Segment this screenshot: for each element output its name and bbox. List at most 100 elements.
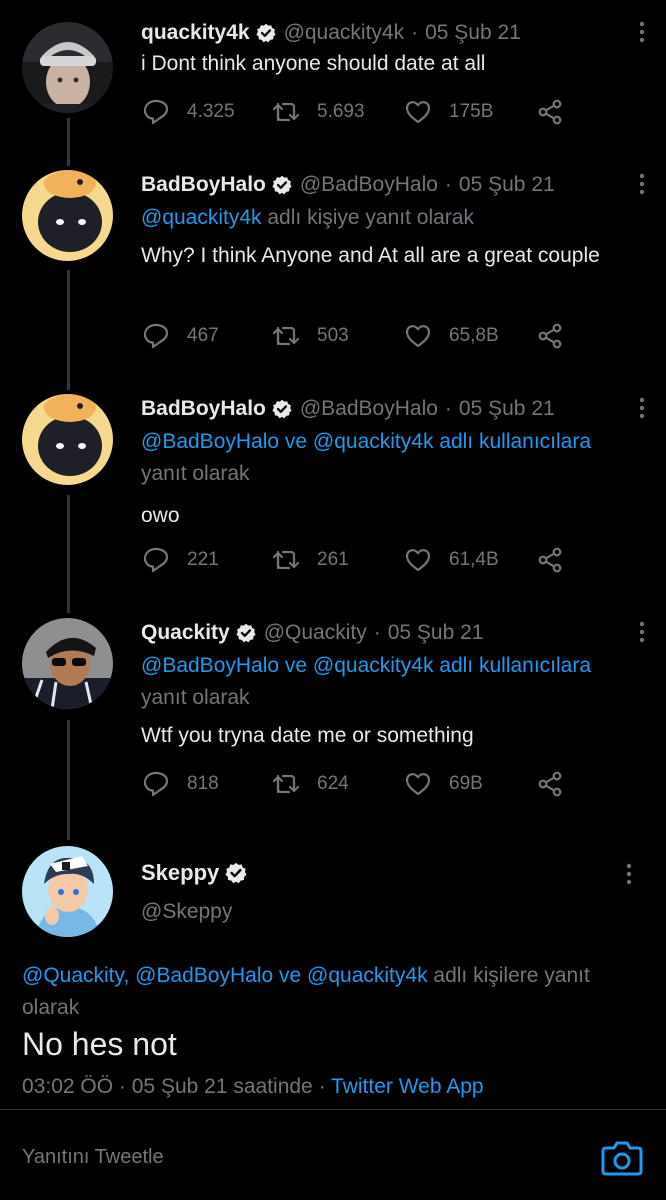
retweet-count: 5.693 [317,101,365,122]
like-count: 175B [449,101,494,122]
reply-button[interactable]: 467 [141,321,219,351]
more-icon[interactable] [630,172,654,196]
share-button[interactable] [535,545,565,575]
like-count: 65,8B [449,325,499,346]
like-icon [405,773,431,796]
tweet[interactable]: quackity4k @quackity4k · 05 Şub 21 i Don… [0,0,666,140]
reply-input[interactable]: Yanıtını Tweetle [22,1146,164,1169]
retweet-count: 261 [317,549,349,570]
reply-context-text: yanıt olarak [141,686,250,709]
separator: · [318,1075,326,1098]
tweet-meta: 03:02 ÖÖ · 05 Şub 21 saatinde · Twitter … [22,1075,484,1099]
reply-count: 467 [187,325,219,346]
author-name[interactable]: Quackity [141,621,230,645]
camera-icon[interactable] [598,1134,646,1182]
reply-context: @Quackity, @BadBoyHalo ve @quackity4k ad… [22,960,642,1024]
reply-context: @BadBoyHalo ve @quackity4k adlı kullanıc… [141,426,646,490]
author-name[interactable]: Skeppy [141,860,219,886]
share-icon [538,547,562,573]
avatar[interactable] [22,846,113,937]
tweet[interactable]: BadBoyHalo @BadBoyHalo · 05 Şub 21 @quac… [0,160,666,380]
like-button[interactable]: 69B [403,769,483,799]
separator: · [118,1075,126,1098]
author-name[interactable]: quackity4k [141,21,250,45]
retweet-button[interactable]: 261 [271,545,349,575]
retweet-icon [272,326,300,346]
retweet-button[interactable]: 5.693 [271,97,365,127]
reply-icon [143,547,169,573]
like-button[interactable]: 65,8B [403,321,499,351]
mention-link[interactable]: @quackity4k [141,206,262,229]
tweet-text: i Dont think anyone should date at all [141,52,486,75]
separator: · [373,621,381,644]
share-button[interactable] [535,321,565,351]
author-name[interactable]: BadBoyHalo [141,173,266,197]
retweet-count: 624 [317,773,349,794]
avatar[interactable] [22,22,113,113]
avatar[interactable] [22,618,113,709]
avatar[interactable] [22,394,113,485]
author-handle[interactable]: @Quackity [264,621,367,645]
more-icon[interactable] [617,862,641,886]
tweet-text: Wtf you tryna date me or something [141,724,474,747]
reply-icon [143,323,169,349]
tweet-date[interactable]: 05 Şub 21 [425,21,521,45]
author-handle[interactable]: @Skeppy [141,900,255,924]
retweet-count: 503 [317,325,349,346]
tweet-source[interactable]: Twitter Web App [331,1075,484,1098]
author-handle[interactable]: @BadBoyHalo [300,397,438,421]
share-button[interactable] [535,97,565,127]
like-icon [405,325,431,348]
reply-context-text: adlı kişiye yanıt olarak [261,206,474,229]
more-icon[interactable] [630,620,654,644]
author-name[interactable]: BadBoyHalo [141,397,266,421]
more-icon[interactable] [630,396,654,420]
like-icon [405,549,431,572]
tweet-date[interactable]: 05 Şub 21 [459,397,555,421]
mention-link[interactable]: @BadBoyHalo ve @quackity4k adlı kullanıc… [141,650,646,682]
reply-context: @quackity4k adlı kişiye yanıt olarak [141,202,646,234]
like-count: 69B [449,773,483,794]
verified-icon [255,23,276,43]
tweet-date[interactable]: 05 Şub 21 [388,621,484,645]
reply-count: 818 [187,773,219,794]
retweet-button[interactable]: 503 [271,321,349,351]
reply-button[interactable]: 4.325 [141,97,235,127]
avatar[interactable] [22,170,113,261]
tweet-date[interactable]: 05 Şub 21 [459,173,555,197]
tweet-date[interactable]: 05 Şub 21 saatinde [132,1075,313,1098]
like-icon [405,101,431,124]
tweet[interactable]: Quackity @Quackity · 05 Şub 21 @BadBoyHa… [0,608,666,828]
divider [0,1109,666,1110]
tweet-time[interactable]: 03:02 ÖÖ [22,1075,113,1098]
separator: · [444,397,452,420]
tweet-text: Why? I think Anyone and At all are a gre… [141,244,600,267]
author-handle[interactable]: @quackity4k [284,21,405,45]
reply-button[interactable]: 221 [141,545,219,575]
tweet[interactable]: BadBoyHalo @BadBoyHalo · 05 Şub 21 @BadB… [0,384,666,604]
verified-icon [271,399,292,419]
verified-icon [225,862,248,884]
reply-button[interactable]: 818 [141,769,219,799]
like-button[interactable]: 175B [403,97,493,127]
reply-icon [143,99,169,125]
like-button[interactable]: 61,4B [403,545,499,575]
retweet-icon [272,774,300,794]
verified-icon [235,623,256,643]
reply-count: 221 [187,549,219,570]
share-icon [538,323,562,349]
reply-context-text: yanıt olarak [141,462,250,485]
separator: · [444,173,452,196]
retweet-icon [272,102,300,122]
mention-link[interactable]: @BadBoyHalo ve @quackity4k adlı kullanıc… [141,426,646,458]
separator: · [411,21,419,44]
retweet-button[interactable]: 624 [271,769,349,799]
tweet-text: owo [141,504,180,527]
retweet-icon [272,550,300,570]
share-button[interactable] [535,769,565,799]
mention-link[interactable]: @Quackity, @BadBoyHalo ve @quackity4k [22,964,428,987]
author-handle[interactable]: @BadBoyHalo [300,173,438,197]
reply-icon [143,771,169,797]
more-icon[interactable] [630,20,654,44]
share-icon [538,771,562,797]
